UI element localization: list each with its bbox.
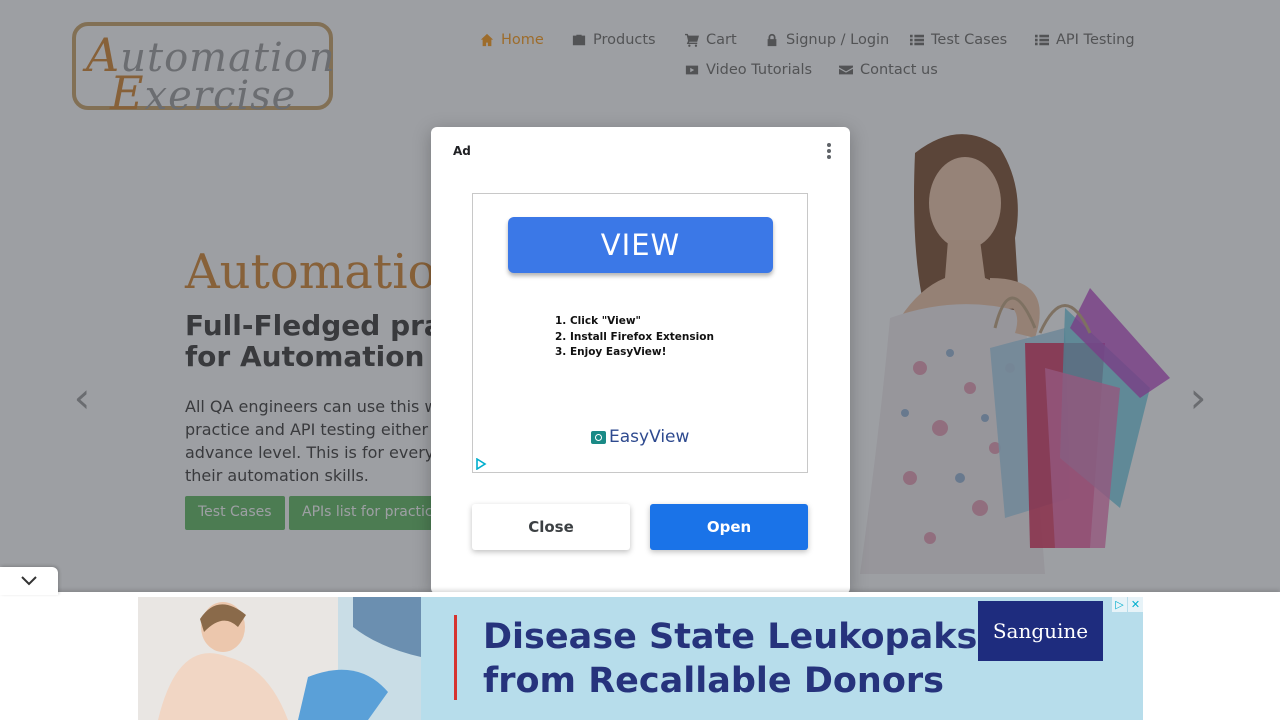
adchoices-icon[interactable] [475, 458, 487, 470]
collapse-ad-toggle[interactable] [0, 567, 58, 595]
ad-dialog: Ad VIEW 1. Click "View" 2. Install Firef… [431, 127, 850, 594]
ad-step-3: 3. Enjoy EasyView! [555, 346, 667, 358]
sanguine-logo: Sanguine [978, 601, 1103, 661]
easyview-brand: EasyView [591, 427, 689, 447]
close-ad-icon[interactable]: ✕ [1128, 597, 1143, 612]
easyview-brand-text: EasyView [609, 427, 690, 447]
banner-photo [138, 597, 421, 720]
ad-step-2: 2. Install Firefox Extension [555, 330, 714, 343]
ad-creative[interactable]: VIEW 1. Click "View" 2. Install Firefox … [472, 193, 808, 473]
ad-label: Ad [453, 144, 471, 158]
close-button[interactable]: Close [472, 504, 630, 550]
bottom-ad-banner[interactable]: Disease State Leukopaks from Recallable … [138, 597, 1143, 720]
ad-steps: 1. Click "View" 2. Install Firefox Exten… [555, 314, 714, 361]
chevron-down-icon [21, 576, 37, 586]
ad-step-1: 1. Click "View" [555, 315, 642, 327]
banner-headline-line2: from Recallable Donors [483, 661, 944, 701]
open-button[interactable]: Open [650, 504, 808, 550]
more-options-icon[interactable] [822, 141, 836, 161]
ad-controls: ▷ ✕ [1112, 597, 1143, 612]
easyview-logo-icon [591, 430, 606, 444]
banner-headline: Disease State Leukopaks from Recallable … [483, 615, 977, 703]
ad-view-button[interactable]: VIEW [508, 217, 773, 273]
banner-divider [454, 615, 457, 700]
banner-headline-line1: Disease State Leukopaks [483, 617, 978, 657]
adchoices-icon[interactable]: ▷ [1112, 597, 1127, 612]
